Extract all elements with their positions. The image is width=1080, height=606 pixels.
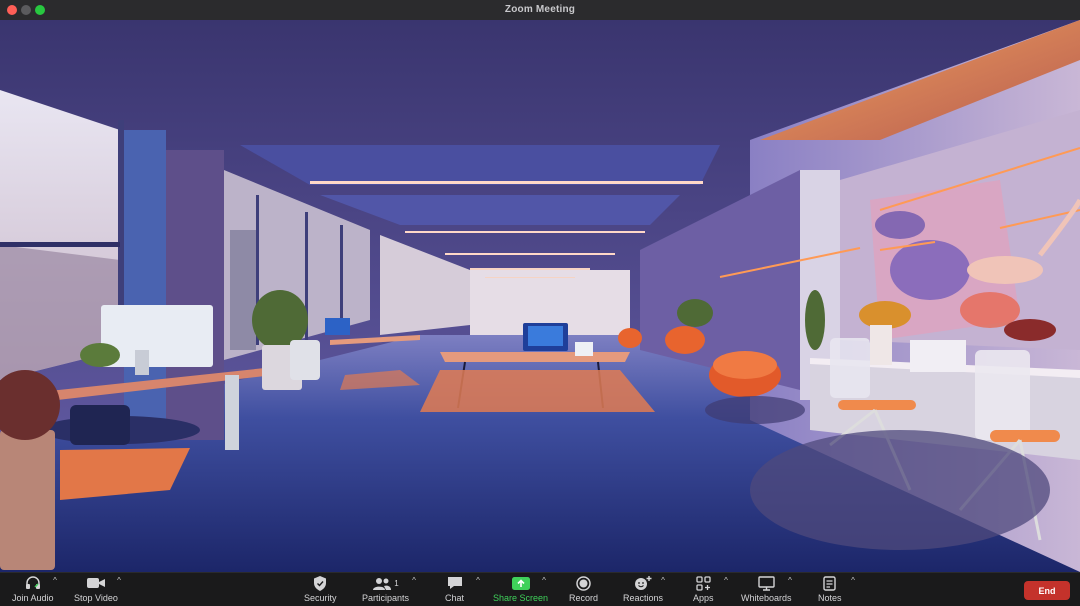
- whiteboards-button[interactable]: Whiteboards: [741, 575, 792, 603]
- whiteboards-label: Whiteboards: [741, 593, 792, 603]
- share-screen-label: Share Screen: [493, 593, 549, 603]
- security-label: Security: [304, 593, 337, 603]
- apps-label: Apps: [693, 593, 714, 603]
- speech-bubble-icon: [447, 575, 463, 591]
- participants-button[interactable]: 1 Participants: [362, 575, 409, 603]
- people-icon: 1: [372, 575, 399, 591]
- smile-plus-icon: [634, 575, 652, 591]
- shield-icon: [313, 575, 327, 591]
- notes-icon: [823, 575, 836, 591]
- office-background-image: [0, 20, 1080, 572]
- record-label: Record: [569, 593, 599, 603]
- join-audio-button[interactable]: Join Audio: [12, 575, 54, 603]
- stop-video-button[interactable]: Stop Video: [74, 575, 118, 603]
- chat-button[interactable]: Chat: [445, 575, 464, 603]
- window-title: Zoom Meeting: [504, 4, 576, 15]
- record-icon: [576, 575, 591, 591]
- share-arrow-icon: [511, 575, 530, 591]
- security-button[interactable]: Security: [304, 575, 337, 603]
- record-button[interactable]: Record: [569, 575, 598, 603]
- whiteboards-options-caret-icon[interactable]: ^: [786, 577, 794, 585]
- join-audio-label: Join Audio: [12, 593, 54, 603]
- participants-options-caret-icon[interactable]: ^: [410, 577, 418, 585]
- meeting-toolbar: Join Audio ^ Stop Video ^ Security 1 Par…: [0, 572, 1080, 606]
- reactions-label: Reactions: [623, 593, 664, 603]
- participant-video[interactable]: [0, 20, 1080, 572]
- notes-label: Notes: [818, 593, 842, 603]
- apps-button[interactable]: Apps: [693, 575, 714, 603]
- zoom-meeting-window: Zoom Meeting Join Audio ^ Stop Video ^ S…: [0, 0, 1080, 606]
- apps-icon: [696, 575, 711, 591]
- stop-video-label: Stop Video: [74, 593, 118, 603]
- reactions-button[interactable]: Reactions: [623, 575, 663, 603]
- whiteboard-icon: [758, 575, 775, 591]
- chat-label: Chat: [445, 593, 465, 603]
- share-options-caret-icon[interactable]: ^: [540, 577, 548, 585]
- audio-options-caret-icon[interactable]: ^: [51, 577, 59, 585]
- video-camera-icon: [86, 575, 105, 591]
- participants-label: Participants: [362, 593, 410, 603]
- notes-options-caret-icon[interactable]: ^: [849, 577, 857, 585]
- participants-count: 1: [394, 578, 399, 588]
- apps-options-caret-icon[interactable]: ^: [722, 577, 730, 585]
- title-bar: Zoom Meeting: [0, 0, 1080, 21]
- reactions-options-caret-icon[interactable]: ^: [659, 577, 667, 585]
- end-meeting-button[interactable]: End: [1024, 581, 1070, 600]
- video-options-caret-icon[interactable]: ^: [115, 577, 123, 585]
- chat-options-caret-icon[interactable]: ^: [474, 577, 482, 585]
- headphones-icon: [25, 575, 41, 591]
- notes-button[interactable]: Notes: [818, 575, 842, 603]
